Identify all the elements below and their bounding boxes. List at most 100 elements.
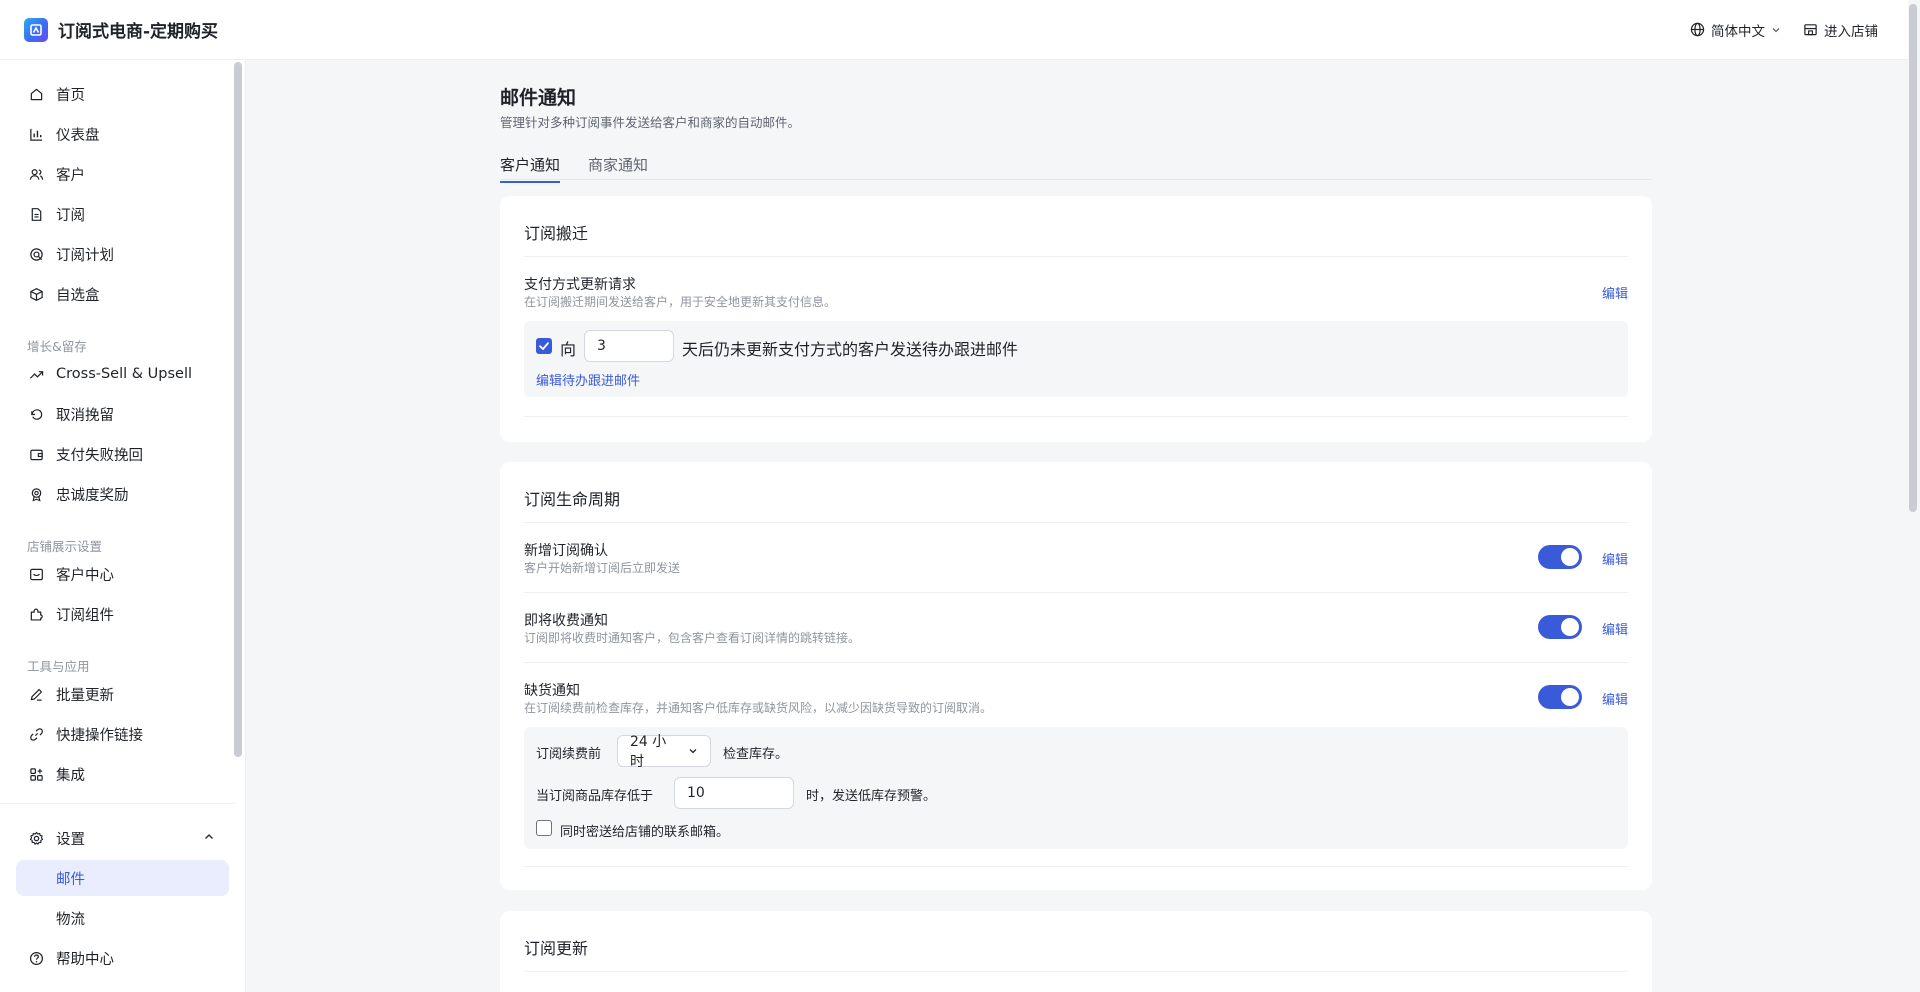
sidebar-item-box[interactable]: 自选盒 [16, 276, 229, 312]
sidebar-item-home[interactable]: 首页 [16, 76, 229, 112]
sidebar-item-email[interactable]: 邮件 [16, 860, 229, 896]
migration-card-title: 订阅搬迁 [524, 224, 589, 243]
stock-settings-panel: 订阅续费前 24 小时 检查库存。 当订阅商品库存低于 时，发送低库存预警。 同… [524, 727, 1628, 849]
tab-merchant-notifications[interactable]: 商家通知 [588, 154, 648, 181]
sidebar-item-cancel-retention[interactable]: 取消挽留 [16, 396, 229, 432]
sidebar-section-growth: 增长&留存 [27, 339, 87, 354]
sidebar-item-label: 快捷操作链接 [56, 727, 143, 744]
sidebar-item-label: 首页 [56, 87, 85, 104]
threshold-prefix: 当订阅商品库存低于 [536, 789, 654, 804]
sidebar-item-label: 仪表盘 [56, 127, 100, 144]
wallet-icon [28, 446, 44, 462]
sidebar-item-label: 订阅组件 [56, 607, 114, 624]
divider [524, 592, 1628, 593]
check-icon [539, 342, 549, 350]
award-icon [28, 486, 44, 502]
sidebar-item-label: 自选盒 [56, 287, 100, 304]
new-subscription-title: 新增订阅确认 [524, 543, 608, 559]
renewal-before-value: 24 小时 [630, 734, 667, 770]
language-label: 简体中文 [1711, 23, 1765, 40]
lifecycle-card-title: 订阅生命周期 [524, 490, 621, 509]
sidebar-item-loyalty[interactable]: 忠诚度奖励 [16, 476, 229, 512]
apps-icon [28, 766, 44, 782]
page-scrollbar[interactable] [1909, 4, 1917, 512]
divider [524, 866, 1628, 867]
chevron-up-icon [203, 831, 215, 847]
divider [524, 971, 1628, 972]
sidebar-item-logistics[interactable]: 物流 [16, 900, 229, 936]
payment-update-edit-link[interactable]: 编辑 [1602, 283, 1628, 302]
page-subtitle: 管理针对多种订阅事件发送给客户和商家的自动邮件。 [500, 115, 801, 130]
sidebar-item-quick-links[interactable]: 快捷操作链接 [16, 716, 229, 752]
portal-icon [28, 566, 44, 582]
sidebar-item-label: 集成 [56, 767, 85, 784]
sidebar-divider [0, 803, 236, 804]
new-subscription-edit-link[interactable]: 编辑 [1602, 549, 1628, 568]
sidebar-item-label: 物流 [56, 911, 85, 928]
migration-card: 订阅搬迁 支付方式更新请求 在订阅搬迁期间发送给客户，用于安全地更新其支付信息。… [500, 196, 1652, 442]
bcc-checkbox[interactable] [536, 820, 552, 836]
top-bar: 订阅式电商-定期购买 简体中文 进入店铺 [0, 0, 1908, 60]
renewal-before-select[interactable]: 24 小时 [617, 734, 711, 770]
bar-chart-icon [28, 126, 44, 142]
bcc-label: 同时密送给店铺的联系邮箱。 [560, 825, 730, 840]
divider [524, 416, 1628, 417]
sidebar-item-label: 批量更新 [56, 687, 114, 704]
enter-store-label: 进入店铺 [1824, 23, 1878, 40]
sidebar-item-subscriptions[interactable]: 订阅 [16, 196, 229, 232]
enter-store-button[interactable]: 进入店铺 [1803, 20, 1878, 40]
payment-update-desc: 在订阅搬迁期间发送给客户，用于安全地更新其支付信息。 [524, 295, 837, 309]
sidebar-item-bulk-update[interactable]: 批量更新 [16, 676, 229, 712]
pencil-icon [28, 686, 44, 702]
sidebar-scrollbar[interactable] [234, 62, 242, 757]
upcoming-charge-desc: 订阅即将收费时通知客户，包含客户查看订阅详情的跳转链接。 [524, 631, 861, 645]
app-logo-icon [24, 17, 48, 42]
divider [524, 522, 1628, 523]
sidebar-item-customers[interactable]: 客户 [16, 156, 229, 192]
new-subscription-toggle[interactable] [1538, 545, 1582, 569]
followup-panel: 向 天后仍未更新支付方式的客户发送待办跟进邮件 编辑待办跟进邮件 [524, 321, 1628, 397]
followup-checkbox[interactable] [536, 338, 552, 354]
upcoming-charge-edit-link[interactable]: 编辑 [1602, 619, 1628, 638]
sidebar-item-customer-portal[interactable]: 客户中心 [16, 556, 229, 592]
trending-up-icon [28, 366, 44, 382]
sidebar-item-label: 设置 [56, 831, 85, 848]
sidebar-item-plans[interactable]: 订阅计划 [16, 236, 229, 272]
upcoming-charge-title: 即将收费通知 [524, 613, 608, 629]
followup-suffix: 天后仍未更新支付方式的客户发送待办跟进邮件 [682, 340, 1019, 359]
sidebar-item-settings[interactable]: 设置 [16, 820, 229, 856]
followup-days-input[interactable] [584, 330, 674, 362]
renewal-card-title: 订阅更新 [524, 939, 589, 958]
users-icon [28, 166, 44, 182]
divider [524, 662, 1628, 663]
renewal-card: 订阅更新 [500, 911, 1652, 992]
sidebar-item-widget[interactable]: 订阅组件 [16, 596, 229, 632]
sidebar-item-dashboard[interactable]: 仪表盘 [16, 116, 229, 152]
sidebar: 首页 仪表盘 客户 订阅 订阅计划 自选盒 增长&留存 Cross-Sell &… [0, 60, 246, 992]
box-icon [28, 286, 44, 302]
stock-threshold-input[interactable] [674, 777, 794, 809]
sidebar-item-cross-sell[interactable]: Cross-Sell & Upsell [16, 356, 229, 392]
upcoming-charge-toggle[interactable] [1538, 615, 1582, 639]
help-circle-icon [28, 950, 44, 966]
globe-icon [1690, 22, 1705, 37]
plan-icon [28, 246, 44, 262]
sidebar-item-label: 帮助中心 [56, 951, 114, 968]
out-of-stock-toggle[interactable] [1538, 685, 1582, 709]
out-of-stock-edit-link[interactable]: 编辑 [1602, 689, 1628, 708]
language-selector[interactable]: 简体中文 [1690, 20, 1781, 40]
sidebar-section-tools: 工具与应用 [27, 659, 90, 674]
sidebar-item-label: Cross-Sell & Upsell [56, 366, 193, 382]
sidebar-item-label: 客户 [56, 167, 85, 184]
tab-customer-notifications[interactable]: 客户通知 [500, 154, 561, 183]
chevron-down-icon [689, 749, 697, 754]
check-stock-label: 检查库存。 [723, 747, 789, 762]
sidebar-item-help[interactable]: 帮助中心 [16, 940, 229, 976]
sidebar-item-label: 订阅计划 [56, 247, 114, 264]
new-subscription-desc: 客户开始新增订阅后立即发送 [524, 561, 681, 575]
sidebar-item-integrations[interactable]: 集成 [16, 756, 229, 792]
sidebar-item-label: 客户中心 [56, 567, 114, 584]
sidebar-item-label: 忠诚度奖励 [56, 487, 129, 504]
sidebar-item-dunning[interactable]: 支付失败挽回 [16, 436, 229, 472]
edit-followup-email-link[interactable]: 编辑待办跟进邮件 [536, 370, 640, 389]
